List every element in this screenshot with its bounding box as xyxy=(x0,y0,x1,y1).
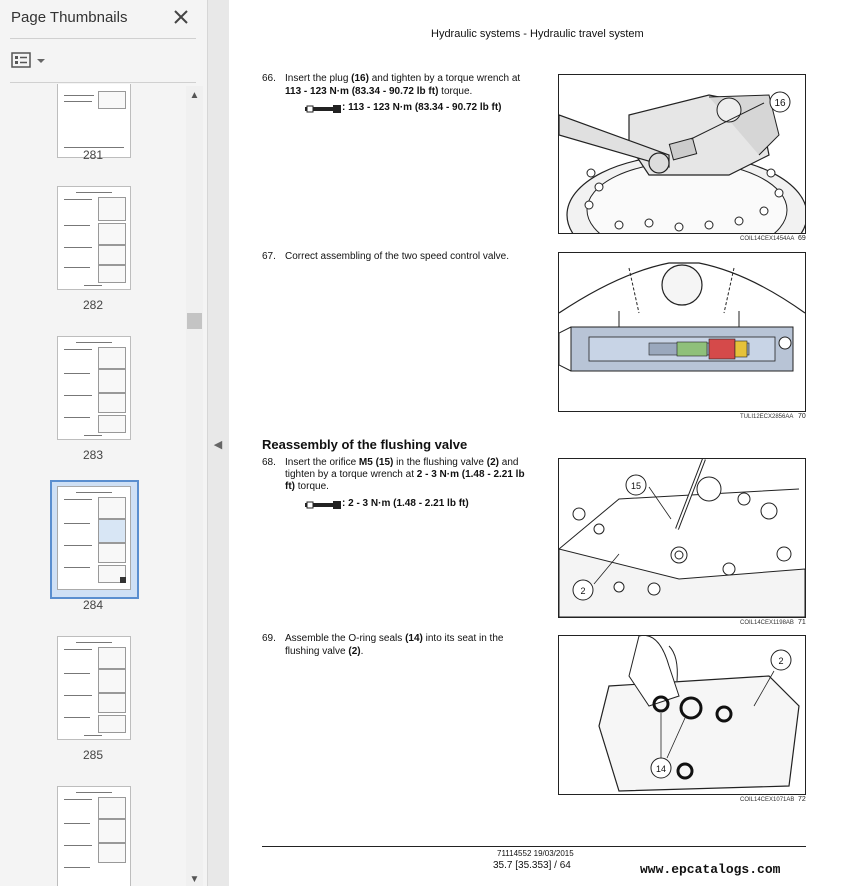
thumbnails-panel: Page Thumbnails 281 282 283 284 285 ▲ ▼ xyxy=(0,0,208,886)
step-number: 66. xyxy=(262,73,276,84)
collapse-panel-arrow-icon[interactable]: ◀ xyxy=(209,430,227,460)
figure-number: 71 xyxy=(798,619,806,626)
page-thumbnail[interactable] xyxy=(57,84,131,158)
page-thumbnail[interactable] xyxy=(57,336,131,440)
thumbnail-scrollbar[interactable] xyxy=(186,86,203,886)
figure-callout: 14 xyxy=(656,764,666,774)
step-number: 69. xyxy=(262,633,276,644)
thumbnail-options-button[interactable] xyxy=(10,50,50,72)
page-thumbnail[interactable] xyxy=(57,186,131,290)
step-text: tighten by a torque wrench at 2 - 3 N·m … xyxy=(285,469,525,480)
figure-number: 72 xyxy=(798,796,806,803)
panel-header: Page Thumbnails xyxy=(0,0,207,38)
figure-71-image: 15 2 xyxy=(558,458,806,618)
page-number-label: 281 xyxy=(82,148,104,162)
step-text: Correct assembling of the two speed cont… xyxy=(285,251,509,262)
panel-title: Page Thumbnails xyxy=(11,9,128,26)
figure-caption: TULI12ECX2856AA xyxy=(740,414,794,420)
figure-caption: COIL14CEX1454AA xyxy=(740,236,795,242)
torque-spec: : 113 - 123 N·m (83.34 - 90.72 lb ft) xyxy=(342,102,502,113)
step-number: 67. xyxy=(262,251,276,262)
thumbnail-list: 281 282 283 284 285 xyxy=(0,84,186,886)
figure-number: 69 xyxy=(798,235,806,242)
footer-divider xyxy=(262,846,806,847)
page-number-label: 283 xyxy=(82,448,104,462)
figure-callout: 2 xyxy=(778,656,783,666)
divider xyxy=(10,38,196,39)
close-icon[interactable] xyxy=(170,6,192,28)
page-number-label: 285 xyxy=(82,748,104,762)
torque-spec: : 2 - 3 N·m (1.48 - 2.21 lb ft) xyxy=(342,498,469,509)
footer-doc-number: 71114552 19/03/2015 xyxy=(497,849,574,858)
thumbnail-options-icon xyxy=(11,52,45,68)
document-page: Hydraulic systems - Hydraulic travel sys… xyxy=(229,0,853,886)
figure-caption: COIL14CEX1071AB xyxy=(740,797,795,803)
figure-callout: 15 xyxy=(631,481,641,491)
page-thumbnail[interactable] xyxy=(57,636,131,740)
figure-caption: COIL14CEX1198AB xyxy=(740,620,794,626)
step-text: Insert the orifice M5 (15) in the flushi… xyxy=(285,457,519,468)
page-thumbnail[interactable] xyxy=(57,786,131,886)
divider xyxy=(10,82,196,83)
figure-number: 70 xyxy=(798,413,806,420)
page-thumbnail-selected[interactable] xyxy=(57,486,131,590)
figure-70-image xyxy=(558,252,806,412)
figure-callout: 16 xyxy=(774,98,786,109)
step-number: 68. xyxy=(262,457,276,468)
step-text: Assemble the O-ring seals (14) into its … xyxy=(285,633,504,644)
footer-page-ref: 35.7 [35.353] / 64 xyxy=(493,860,571,871)
figure-callout: 2 xyxy=(580,586,585,596)
scroll-up-arrow-icon[interactable]: ▲ xyxy=(186,90,203,104)
step-text: ft) torque. xyxy=(285,481,329,492)
scroll-down-arrow-icon[interactable]: ▼ xyxy=(186,874,203,886)
torque-wrench-icon xyxy=(305,497,343,515)
torque-wrench-icon xyxy=(305,101,343,119)
page-number-label: 282 xyxy=(82,298,104,312)
section-heading: Reassembly of the flushing valve xyxy=(262,437,468,452)
figure-72-image: 14 2 xyxy=(558,635,806,795)
figure-69-image: 16 xyxy=(558,74,806,234)
step-text: Insert the plug (16) and tighten by a to… xyxy=(285,73,521,84)
watermark: www.epcatalogs.com xyxy=(640,862,781,877)
page-number-label: 284 xyxy=(82,598,104,612)
step-text: flushing valve (2). xyxy=(285,646,364,657)
scrollbar-thumb[interactable] xyxy=(187,313,202,329)
page-header: Hydraulic systems - Hydraulic travel sys… xyxy=(431,28,644,40)
step-text: 113 - 123 N·m (83.34 - 90.72 lb ft) torq… xyxy=(285,86,473,97)
